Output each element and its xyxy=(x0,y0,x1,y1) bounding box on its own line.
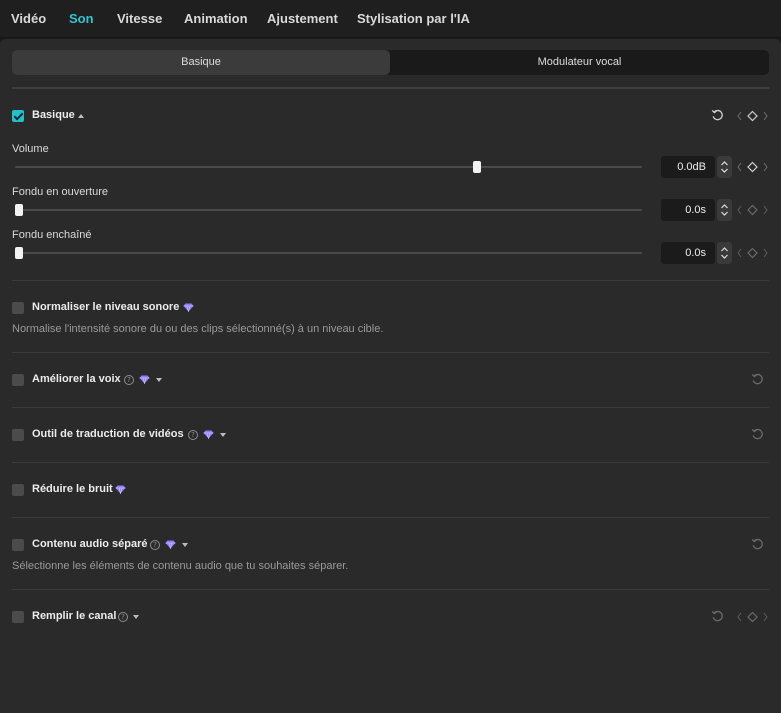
reset-icon[interactable] xyxy=(711,109,724,122)
volume-label: Volume xyxy=(12,143,49,155)
fade-out-slider[interactable] xyxy=(15,252,642,254)
normalize-checkbox[interactable] xyxy=(12,302,24,314)
premium-gem-icon xyxy=(183,303,194,312)
fade-out-stepper[interactable] xyxy=(717,242,732,264)
keyframe-icon[interactable] xyxy=(737,110,771,122)
separate-audio-checkbox[interactable] xyxy=(12,539,24,551)
fade-out-value-field[interactable]: 0.0s xyxy=(661,242,715,264)
reset-icon[interactable] xyxy=(711,610,724,623)
chevron-down-icon[interactable] xyxy=(182,543,188,547)
enhance-voice-checkbox[interactable] xyxy=(12,374,24,386)
segment-modulateur-vocal[interactable]: Modulateur vocal xyxy=(390,50,769,75)
divider xyxy=(12,407,769,408)
normalize-label: Normaliser le niveau sonore xyxy=(32,301,180,313)
volume-slider-thumb[interactable] xyxy=(473,161,482,173)
fade-in-keyframe-icon[interactable] xyxy=(737,204,771,216)
chevron-down-icon[interactable] xyxy=(220,433,226,437)
chevron-down-icon[interactable] xyxy=(156,378,162,382)
tab-vitesse[interactable]: Vitesse xyxy=(117,11,162,26)
premium-gem-icon xyxy=(165,540,176,549)
premium-gem-icon xyxy=(203,430,214,439)
segmented-control: Basique Modulateur vocal xyxy=(12,50,769,75)
fill-channel-label: Remplir le canal xyxy=(32,610,117,622)
keyframe-icon[interactable] xyxy=(737,611,771,623)
separate-audio-description: Sélectionne les éléments de contenu audi… xyxy=(12,560,349,572)
fade-in-label: Fondu en ouverture xyxy=(12,186,109,198)
noise-reduction-checkbox[interactable] xyxy=(12,484,24,496)
normalize-description: Normalise l'intensité sonore du ou des c… xyxy=(12,323,384,335)
basic-section-title: Basique xyxy=(32,109,75,121)
fade-in-slider-thumb[interactable] xyxy=(15,204,23,216)
volume-stepper[interactable] xyxy=(717,156,732,178)
volume-keyframe-icon[interactable] xyxy=(737,161,771,173)
fade-out-slider-thumb[interactable] xyxy=(15,247,23,259)
volume-slider[interactable] xyxy=(15,166,642,168)
help-icon[interactable] xyxy=(118,612,128,622)
segment-basique[interactable]: Basique xyxy=(12,50,390,75)
help-icon[interactable] xyxy=(188,430,198,440)
tab-animation[interactable]: Animation xyxy=(184,11,248,26)
divider xyxy=(12,589,769,590)
divider xyxy=(12,352,769,353)
enhance-voice-label: Améliorer la voix xyxy=(32,373,121,385)
divider xyxy=(12,280,769,281)
tab-stylisation-ia[interactable]: Stylisation par l'IA xyxy=(357,11,470,26)
divider xyxy=(12,462,769,463)
fade-in-stepper[interactable] xyxy=(717,199,732,221)
noise-reduction-label: Réduire le bruit xyxy=(32,483,113,495)
basic-checkbox[interactable] xyxy=(12,110,24,122)
divider xyxy=(12,87,769,89)
premium-gem-icon xyxy=(139,375,150,384)
fade-in-slider[interactable] xyxy=(15,209,642,211)
tab-video[interactable]: Vidéo xyxy=(11,11,46,26)
volume-value-field[interactable]: 0.0dB xyxy=(661,156,715,178)
audio-settings-panel: Basique Modulateur vocal Basique Volume … xyxy=(0,39,781,713)
tab-bar: Vidéo Son Vitesse Animation Ajustement S… xyxy=(0,0,781,38)
translate-label: Outil de traduction de vidéos xyxy=(32,428,184,440)
translate-checkbox[interactable] xyxy=(12,429,24,441)
fade-in-value-field[interactable]: 0.0s xyxy=(661,199,715,221)
divider xyxy=(12,517,769,518)
separate-audio-label: Contenu audio séparé xyxy=(32,538,148,550)
fade-out-label: Fondu enchaîné xyxy=(12,229,92,241)
fade-out-keyframe-icon[interactable] xyxy=(737,247,771,259)
tab-son[interactable]: Son xyxy=(69,11,94,26)
fill-channel-checkbox[interactable] xyxy=(12,611,24,623)
reset-icon[interactable] xyxy=(751,538,764,551)
help-icon[interactable] xyxy=(150,540,160,550)
collapse-caret-icon[interactable] xyxy=(78,114,84,118)
premium-gem-icon xyxy=(115,485,126,494)
tab-ajustement[interactable]: Ajustement xyxy=(267,11,338,26)
chevron-down-icon[interactable] xyxy=(133,615,139,619)
reset-icon[interactable] xyxy=(751,373,764,386)
reset-icon[interactable] xyxy=(751,428,764,441)
help-icon[interactable] xyxy=(124,375,134,385)
